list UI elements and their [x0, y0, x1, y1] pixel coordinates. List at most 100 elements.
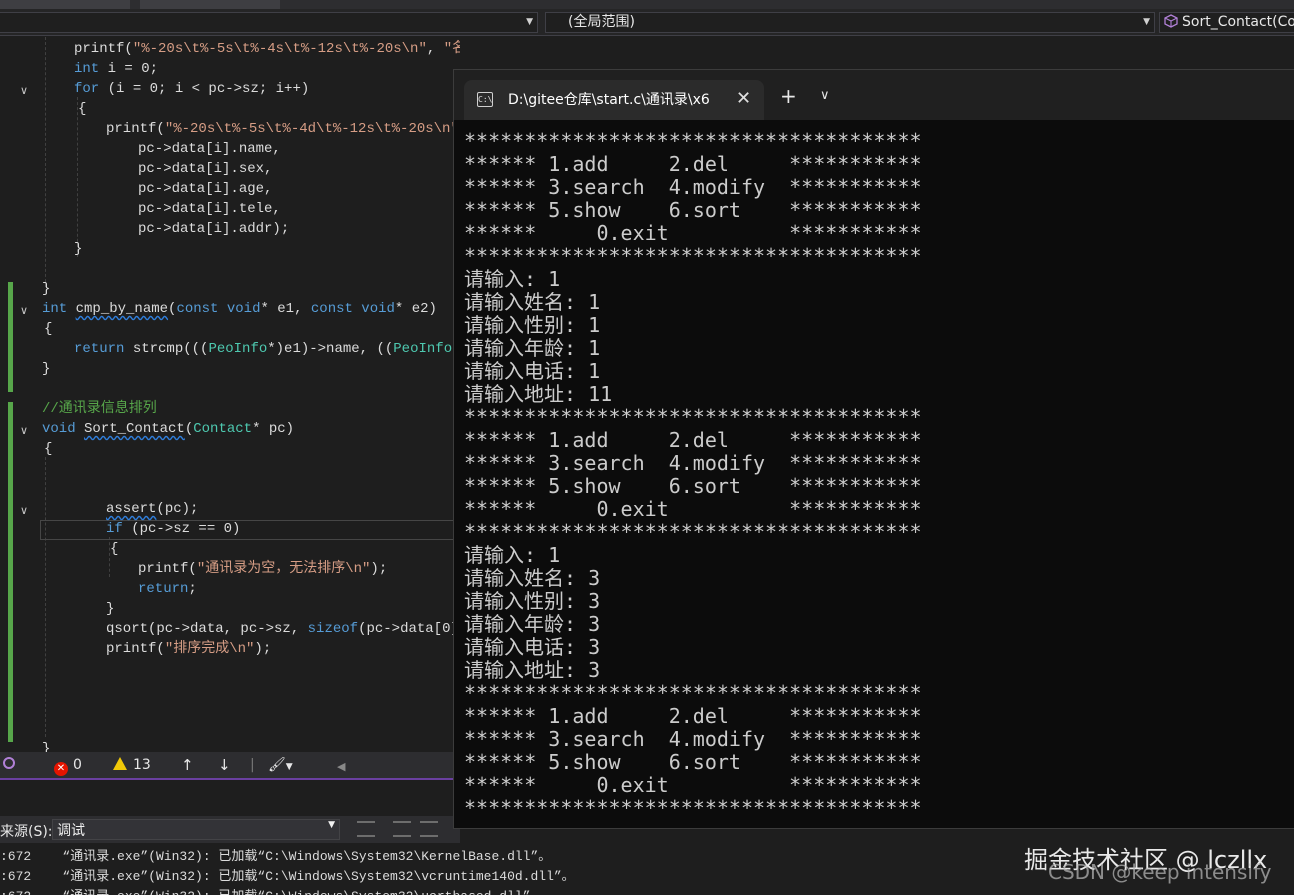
terminal-output[interactable]: ************************************** **…: [464, 130, 1284, 825]
terminal-line: ****** 0.exit ***********: [464, 497, 922, 521]
terminal-tab[interactable]: C:\ D:\gitee仓库\start.c\通讯录\x6 ✕: [464, 80, 764, 120]
fold-toggle-icon[interactable]: ∨: [17, 504, 31, 518]
code-token: Contact: [193, 421, 253, 437]
warning-count[interactable]: 13: [113, 756, 151, 774]
code-line: return strcmp(((PeoInfo*)e1)->name, ((Pe…: [74, 339, 460, 359]
warning-icon: [113, 757, 127, 770]
code-line: int i = 0;: [74, 59, 158, 79]
fold-toggle-icon[interactable]: ∨: [17, 84, 31, 98]
indent-guide: [45, 37, 46, 287]
chevron-down-icon: ▼: [1143, 17, 1150, 27]
code-token: }: [42, 281, 51, 297]
code-line: {: [44, 439, 52, 459]
indent-guide: [45, 457, 46, 737]
code-line: for (i = 0; i < pc->sz; i++): [74, 79, 309, 99]
chevron-down-icon: ▼: [526, 17, 533, 27]
code-token: assert: [106, 501, 157, 517]
code-line: printf("排序完成\n");: [106, 639, 271, 659]
output-line: :672 “通讯录.exe”(Win32): 已加载“C:\Windows\Sy…: [0, 887, 543, 895]
terminal-line: **************************************: [464, 796, 922, 820]
terminal-line: **************************************: [464, 405, 922, 429]
terminal-line: 请输入地址: 11: [464, 382, 613, 406]
code-line: assert(pc);: [106, 499, 198, 519]
code-token: pc->data[i].age,: [138, 181, 273, 197]
code-line: void Sort_Contact(Contact* pc): [42, 419, 294, 439]
member-dropdown[interactable]: Sort_Contact(Co: [1159, 12, 1294, 33]
terminal-line: ****** 5.show 6.sort ***********: [464, 198, 922, 222]
code-token: sizeof: [307, 621, 359, 637]
terminal-line: 请输入年龄: 3: [464, 612, 601, 636]
code-line: //通讯录信息排列: [42, 399, 157, 419]
code-line: printf("%-20s\t%-5s\t%-4d\t%-12s\t%-20s\…: [106, 119, 460, 139]
code-line: }: [42, 739, 50, 752]
status-divider: |: [250, 757, 255, 773]
panel-separator: [0, 778, 460, 816]
code-token: (: [184, 421, 194, 437]
scope-dropdown[interactable]: (全局范围) ▼: [545, 12, 1155, 33]
code-token: pc->data[i].tele,: [138, 201, 281, 217]
scroll-left-arrow-icon[interactable]: ◀: [337, 758, 345, 776]
code-token: * e1,: [260, 301, 311, 317]
terminal-line: ****** 3.search 4.modify ***********: [464, 451, 922, 475]
code-token: * pc): [252, 421, 295, 437]
code-line: printf("%-20s\t%-5s\t%-4s\t%-12s\t%-20s\…: [74, 39, 460, 59]
code-token: void: [42, 421, 76, 437]
indent-guide: [77, 97, 78, 257]
source-label: 来源(S):: [0, 824, 53, 840]
error-count-value: 0: [73, 757, 82, 773]
code-line: printf("通讯录为空，无法排序\n");: [138, 559, 387, 579]
error-count[interactable]: ✕ 0: [54, 756, 82, 776]
new-tab-plus-icon[interactable]: +: [780, 86, 797, 106]
code-token: );: [254, 641, 272, 657]
previous-message-icon[interactable]: [393, 821, 411, 837]
fold-toggle-icon[interactable]: ∨: [17, 304, 31, 318]
code-token: (pc);: [156, 501, 199, 517]
file-tab[interactable]: [0, 0, 130, 9]
code-token: (pc->data[0]),: [358, 621, 460, 637]
find-message-icon[interactable]: [357, 821, 375, 837]
code-line: }: [42, 279, 50, 299]
cube-icon: [1164, 14, 1178, 28]
output-source-select[interactable]: 调试 ▼: [52, 819, 340, 840]
code-token: }: [42, 741, 51, 752]
next-message-icon[interactable]: [420, 821, 438, 837]
previous-issue-arrow-icon[interactable]: ↑: [181, 756, 194, 774]
member-dropdown-label: Sort_Contact(Co: [1182, 14, 1294, 30]
terminal-line: **************************************: [464, 130, 922, 153]
terminal-line: **************************************: [464, 244, 922, 268]
code-token: {: [110, 541, 119, 557]
terminal-line: ****** 1.add 2.del ***********: [464, 428, 922, 452]
terminal-line: ****** 5.show 6.sort ***********: [464, 474, 922, 498]
project-dropdown[interactable]: ▼: [0, 12, 538, 33]
code-line: }: [106, 599, 114, 619]
change-marker: [8, 282, 13, 392]
fold-toggle-icon[interactable]: ∨: [17, 424, 31, 438]
next-issue-arrow-icon[interactable]: ↓: [218, 756, 231, 774]
close-icon[interactable]: ✕: [736, 88, 751, 109]
code-token: qsort(pc->data, pc->sz,: [106, 621, 308, 637]
copilot-icon[interactable]: [2, 756, 16, 775]
terminal-line: 请输入性别: 1: [464, 313, 601, 337]
code-token: "名字": [443, 41, 460, 57]
code-cleanup-brush-icon[interactable]: 🖌▼: [268, 756, 293, 776]
terminal-line: 请输入姓名: 3: [464, 566, 601, 590]
terminal-line: 请输入年龄: 1: [464, 336, 601, 360]
code-editor[interactable]: ∨ ∨ ∨ ∨ printf("%-20s\t%-5s\t%-4s\t%-12s…: [0, 37, 460, 752]
code-token: * e2): [394, 301, 437, 317]
code-token: "通讯录为空，无法排序\n": [196, 561, 371, 577]
code-token: i = 0;: [99, 61, 159, 77]
command-prompt-icon: C:\: [477, 92, 493, 107]
code-token: (pc->sz == 0): [122, 521, 241, 537]
terminal-window[interactable]: C:\ D:\gitee仓库\start.c\通讯录\x6 ✕ + ∨ ****…: [453, 69, 1294, 829]
code-token: printf(: [106, 641, 165, 657]
chevron-down-icon: ▼: [328, 820, 335, 830]
terminal-line: ****** 0.exit ***********: [464, 221, 922, 245]
code-token: return: [74, 341, 125, 357]
code-token: cmp_by_name: [75, 301, 169, 317]
chevron-down-icon[interactable]: ∨: [820, 88, 830, 103]
terminal-line: 请输入: 1: [464, 543, 561, 567]
code-token: if: [106, 521, 123, 537]
file-tab[interactable]: [140, 0, 280, 9]
